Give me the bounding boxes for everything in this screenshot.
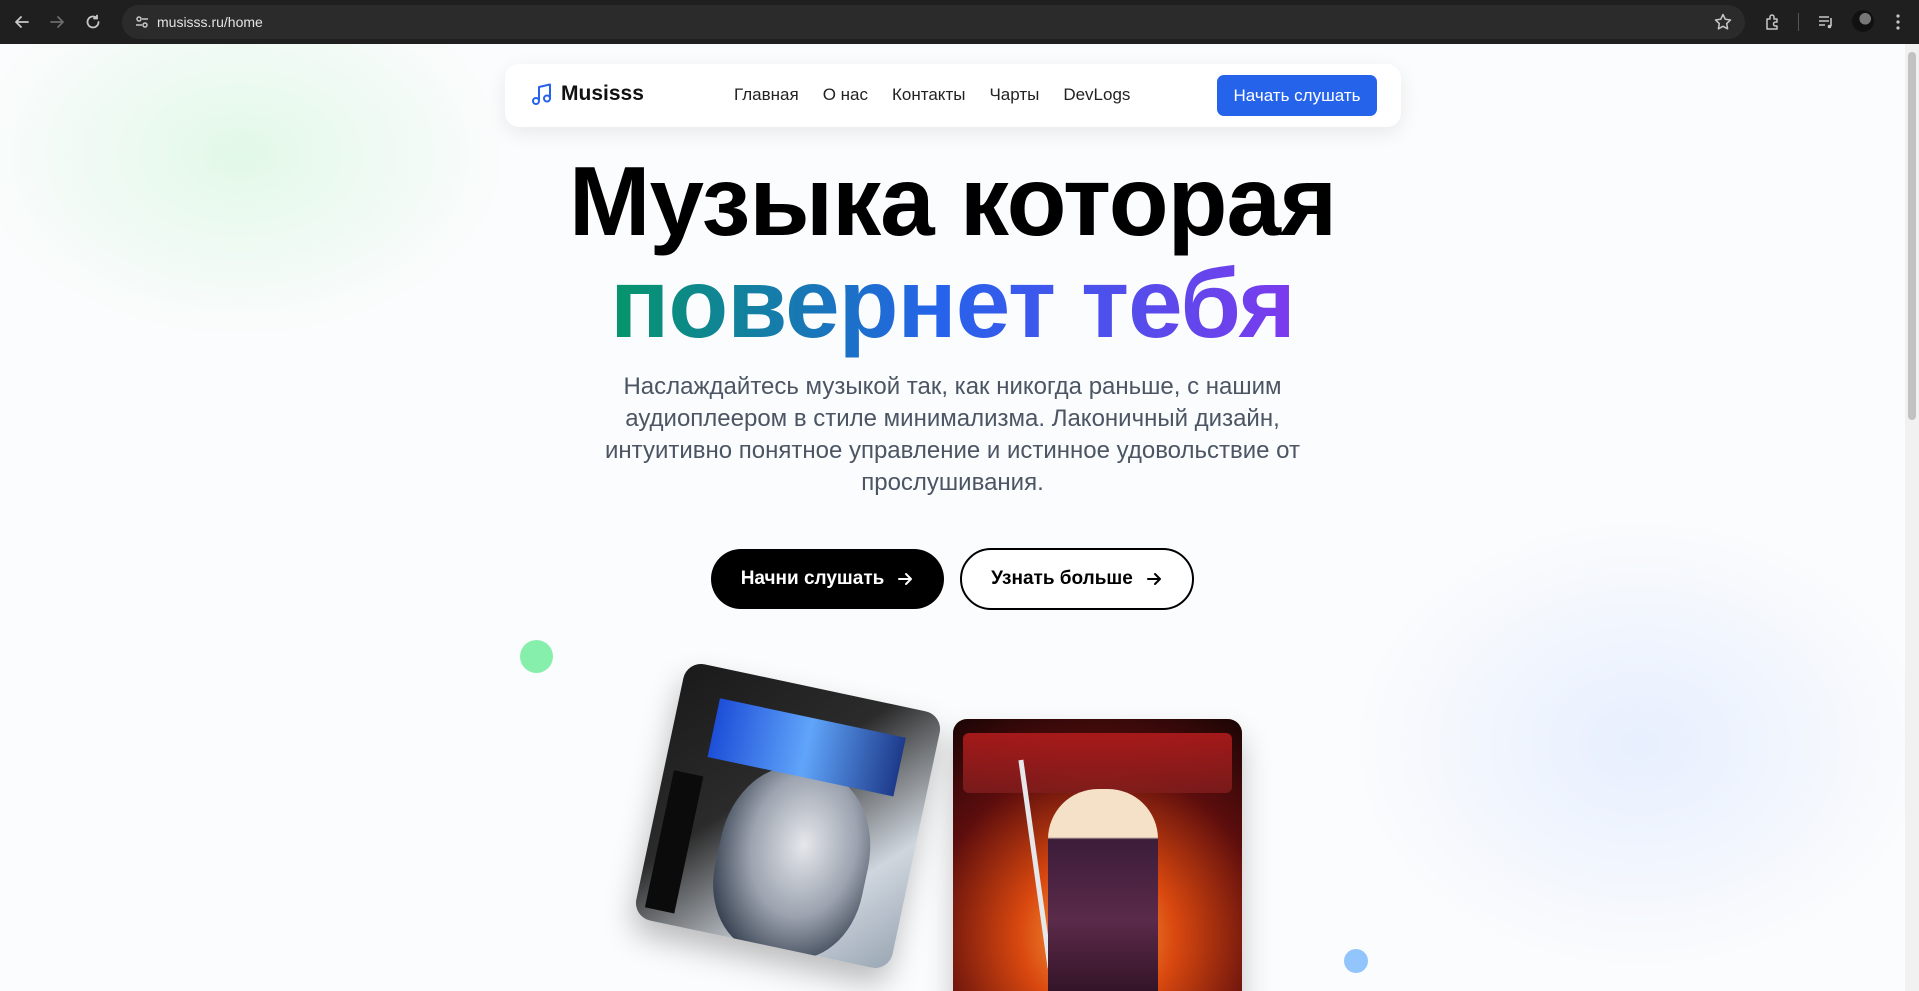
hero-title-line1: Музыка которая xyxy=(568,146,1337,256)
decorative-dot-green xyxy=(520,640,553,673)
learn-more-label: Узнать больше xyxy=(991,568,1133,589)
nav-link-charts[interactable]: Чарты xyxy=(989,85,1039,105)
reload-icon[interactable] xyxy=(81,10,105,34)
extensions-icon[interactable] xyxy=(1761,10,1785,34)
hero-title-line2: повернет тебя xyxy=(0,254,1905,352)
scrollbar-thumb[interactable] xyxy=(1908,52,1916,420)
hero-title-gradient-text: повернет тебя xyxy=(610,248,1296,358)
nav-link-home[interactable]: Главная xyxy=(734,85,799,105)
profile-avatar[interactable] xyxy=(1852,10,1874,32)
album-cover-1[interactable] xyxy=(632,660,944,972)
nav-link-contacts[interactable]: Контакты xyxy=(892,85,965,105)
cover-art-shape xyxy=(644,770,704,914)
cover-art-shape xyxy=(1048,789,1158,991)
start-listening-nav-button[interactable]: Начать слушать xyxy=(1217,75,1377,116)
back-icon[interactable] xyxy=(10,10,34,34)
forward-icon[interactable] xyxy=(45,10,69,34)
arrow-right-icon xyxy=(898,573,913,585)
url-text[interactable]: musisss.ru/home xyxy=(157,14,263,30)
media-queue-icon[interactable] xyxy=(1814,10,1838,34)
hero-subtitle: Наслаждайтесь музыкой так, как никогда р… xyxy=(605,373,1300,496)
nav-link-about[interactable]: О нас xyxy=(823,85,868,105)
music-note-icon xyxy=(532,83,551,105)
bookmark-star-icon[interactable] xyxy=(1713,12,1733,32)
page-scrollbar[interactable] xyxy=(1905,44,1919,991)
site-settings-icon[interactable] xyxy=(132,12,152,32)
album-cover-2[interactable] xyxy=(953,719,1242,991)
arrow-right-icon xyxy=(1146,573,1161,585)
page-viewport: Musisss Главная О нас Контакты Чарты Dev… xyxy=(0,44,1905,991)
browser-toolbar: musisss.ru/home xyxy=(0,0,1919,44)
start-listening-button[interactable]: Начни слушать xyxy=(711,549,944,609)
brand[interactable]: Musisss xyxy=(531,82,644,106)
start-listening-label: Начни слушать xyxy=(740,568,885,589)
site-navbar: Musisss Главная О нас Контакты Чарты Dev… xyxy=(505,64,1401,127)
toolbar-divider xyxy=(1798,13,1799,31)
cover-art-shape xyxy=(963,733,1232,793)
learn-more-button[interactable]: Узнать больше xyxy=(960,548,1194,610)
nav-link-devlogs[interactable]: DevLogs xyxy=(1063,85,1130,105)
brand-name: Musisss xyxy=(561,82,644,105)
decorative-dot-blue xyxy=(1344,949,1368,973)
nav-links: Главная О нас Контакты Чарты DevLogs xyxy=(734,85,1130,105)
address-bar[interactable]: musisss.ru/home xyxy=(122,5,1745,39)
menu-kebab-icon[interactable] xyxy=(1886,10,1910,34)
